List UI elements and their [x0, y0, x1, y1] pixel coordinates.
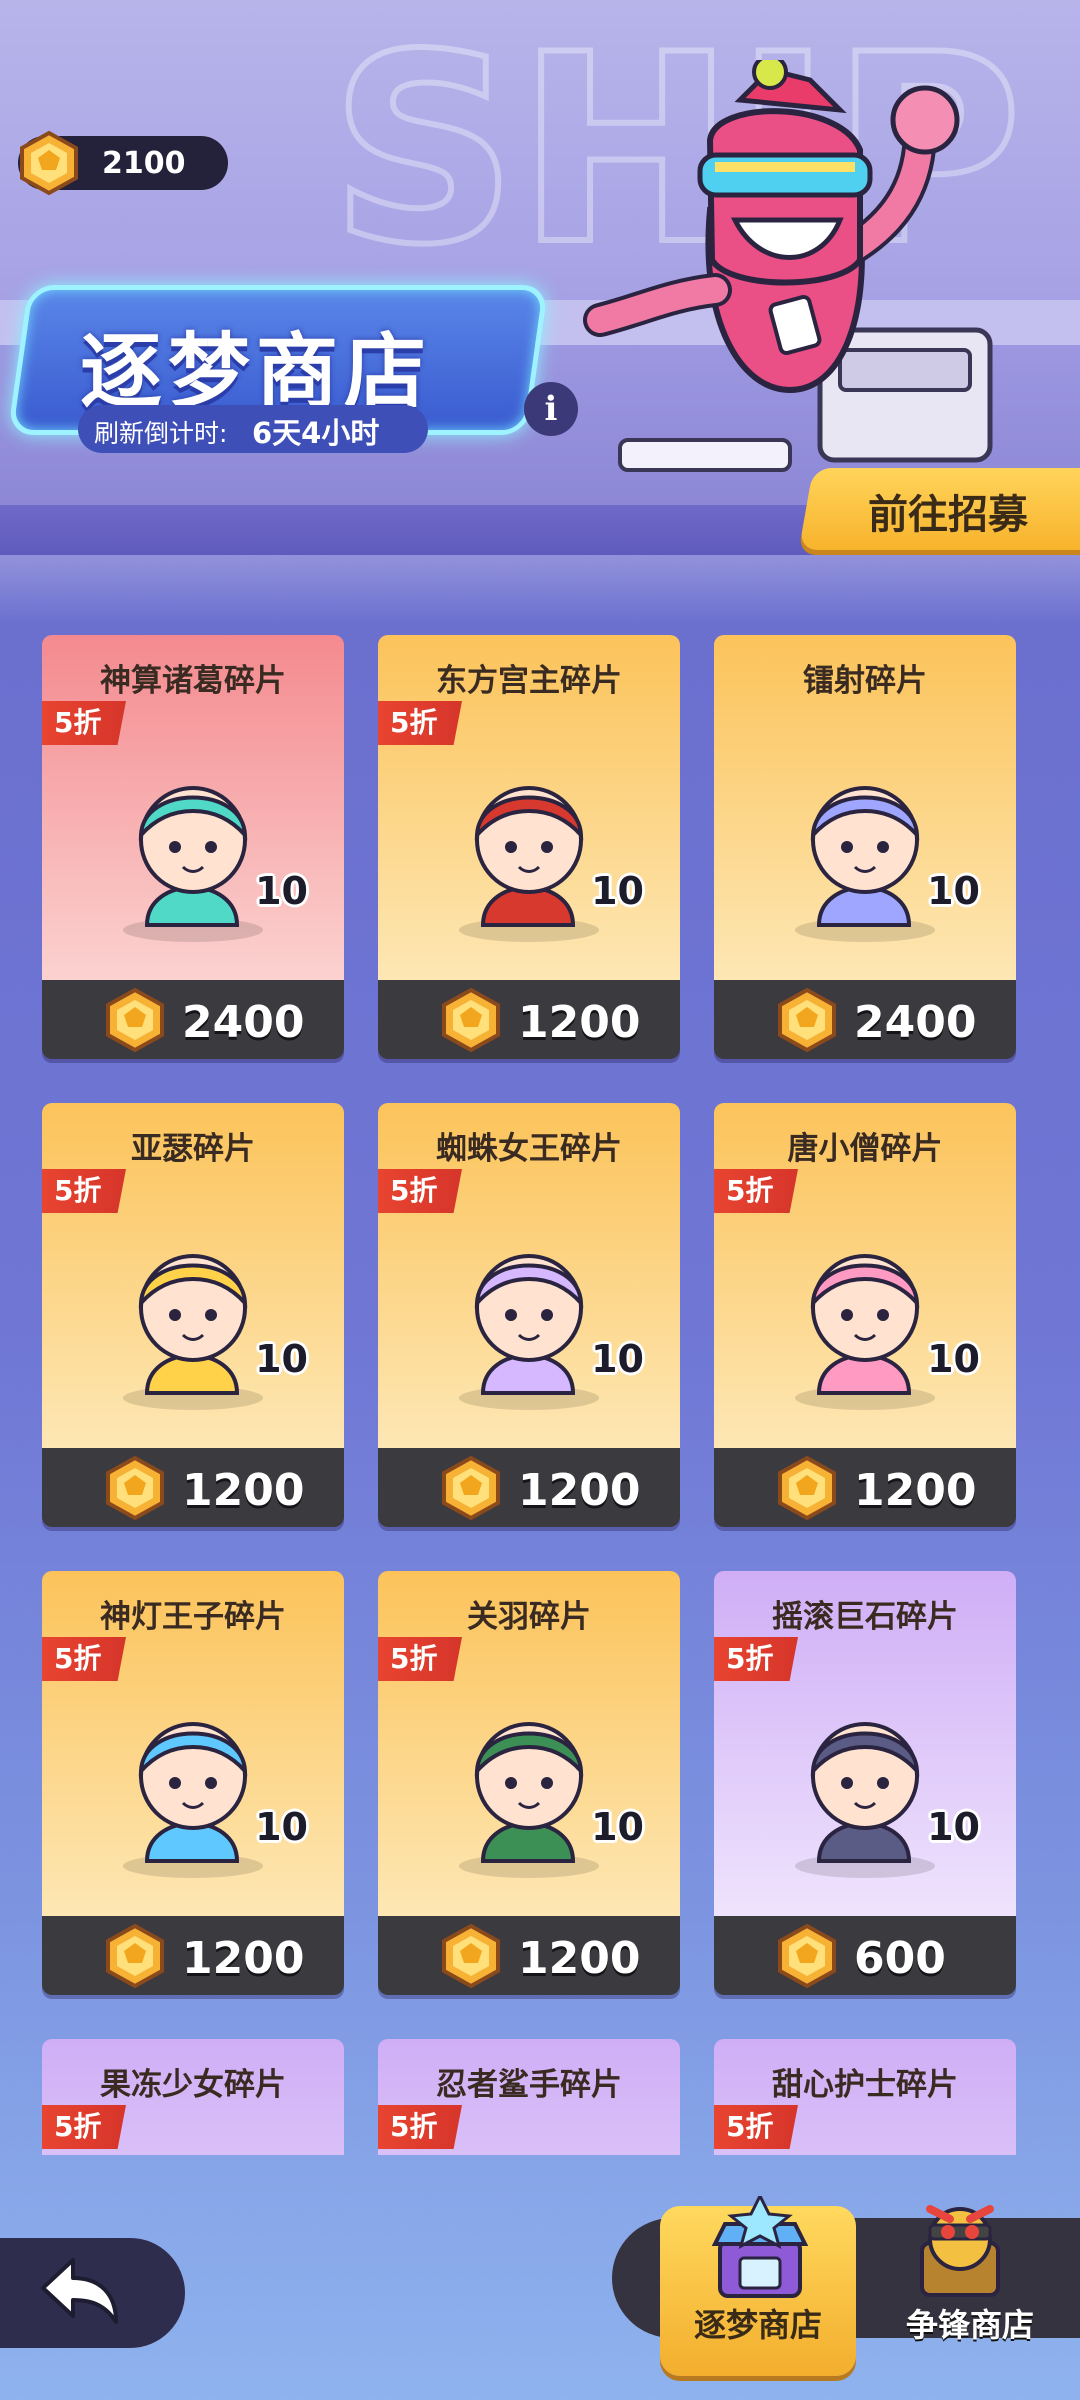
refresh-label: 刷新倒计时:	[94, 419, 228, 448]
coin-icon	[106, 1923, 164, 1989]
coin-icon	[778, 987, 836, 1053]
item-name: 神算诸葛碎片	[100, 663, 286, 699]
coin-icon	[442, 1923, 500, 1989]
hero-portrait-icon	[87, 2149, 299, 2155]
item-price: 2400	[854, 997, 977, 1048]
item-quantity: 10	[255, 1805, 308, 1849]
item-price: 2400	[182, 997, 305, 1048]
item-quantity: 10	[255, 869, 308, 913]
discount-badge: 5折	[378, 1637, 462, 1681]
coin-icon	[442, 1455, 500, 1521]
hero-portrait-icon	[459, 786, 599, 942]
hero-portrait-icon	[123, 1254, 263, 1410]
coin-icon	[442, 987, 500, 1053]
coin-icon	[20, 130, 78, 196]
contest-shop-icon[interactable]	[900, 2195, 1020, 2305]
hero-portrait-icon	[123, 786, 263, 942]
shop-item-card[interactable]: 神算诸葛碎片 5折 10 2400	[42, 635, 344, 1059]
discount-badge: 5折	[714, 1169, 798, 1213]
shop-item-card[interactable]: 蜘蛛女王碎片 5折 10 1200	[378, 1103, 680, 1527]
discount-badge: 5折	[42, 701, 126, 745]
item-name: 亚瑟碎片	[131, 1131, 255, 1167]
item-quantity: 10	[591, 869, 644, 913]
item-name: 忍者鲨手碎片	[436, 2067, 622, 2103]
discount-badge: 5折	[378, 1169, 462, 1213]
item-name: 果冻少女碎片	[100, 2067, 286, 2103]
shop-item-card[interactable]: 东方宫主碎片 5折 10 1200	[378, 635, 680, 1059]
coin-icon	[106, 1455, 164, 1521]
coin-icon	[778, 1455, 836, 1521]
item-price: 1200	[854, 1465, 977, 1516]
shop-item-card[interactable]: 亚瑟碎片 5折 10 1200	[42, 1103, 344, 1527]
discount-badge: 5折	[378, 701, 462, 745]
currency-value: 2100	[102, 146, 186, 181]
hero-portrait-icon	[795, 1722, 935, 1878]
shop-item-card[interactable]: 忍者鲨手碎片 5折	[378, 2039, 680, 2155]
shop-item-card[interactable]: 果冻少女碎片 5折	[42, 2039, 344, 2155]
item-name: 唐小僧碎片	[787, 1131, 943, 1167]
item-price: 1200	[518, 1933, 641, 1984]
item-quantity: 10	[927, 1805, 980, 1849]
discount-badge: 5折	[714, 1637, 798, 1681]
hero-portrait-icon	[459, 1722, 599, 1878]
item-price: 1200	[518, 997, 641, 1048]
item-quantity: 10	[255, 1337, 308, 1381]
refresh-countdown: 6天4小时	[252, 416, 380, 450]
discount-badge: 5折	[42, 2105, 126, 2149]
hero-portrait-icon	[795, 786, 935, 942]
dream-shop-icon	[711, 2196, 809, 2298]
item-quantity: 10	[927, 1337, 980, 1381]
item-name: 摇滚巨石碎片	[772, 1599, 958, 1635]
item-price: 600	[854, 1933, 946, 1984]
item-price: 1200	[182, 1465, 305, 1516]
discount-badge: 5折	[42, 1169, 126, 1213]
item-quantity: 10	[591, 1337, 644, 1381]
item-name: 神灯王子碎片	[100, 1599, 286, 1635]
discount-badge: 5折	[42, 1637, 126, 1681]
hero-portrait-icon	[459, 1254, 599, 1410]
shopkeeper-mascot	[583, 60, 993, 472]
coin-icon	[778, 1923, 836, 1989]
shop-item-card[interactable]: 甜心护士碎片 5折	[714, 2039, 1016, 2155]
item-name: 蜘蛛女王碎片	[436, 1131, 622, 1167]
hero-portrait-icon	[423, 2149, 635, 2155]
recruit-button[interactable]: 前往招募	[868, 482, 1028, 540]
item-name: 甜心护士碎片	[772, 2067, 958, 2103]
shop-item-card[interactable]: 关羽碎片 5折 10 1200	[378, 1571, 680, 1995]
item-price: 1200	[518, 1465, 641, 1516]
item-price: 1200	[182, 1933, 305, 1984]
item-name: 关羽碎片	[467, 1599, 591, 1635]
tab-dream-shop-label[interactable]: 逐梦商店	[660, 2300, 856, 2346]
back-arrow-icon[interactable]	[38, 2250, 128, 2330]
item-grid: 神算诸葛碎片 5折 10 2400 东方宫主碎片 5折 10 1200 镭射碎片 10 2400 亚瑟…	[0, 555, 1080, 2155]
hero-portrait-icon	[795, 1254, 935, 1410]
item-quantity: 10	[927, 869, 980, 913]
shop-item-card[interactable]: 镭射碎片 10 2400	[714, 635, 1016, 1059]
item-name: 东方宫主碎片	[436, 663, 622, 699]
currency-display: 2100	[18, 130, 228, 196]
discount-badge: 5折	[378, 2105, 462, 2149]
shop-item-card[interactable]: 神灯王子碎片 5折 10 1200	[42, 1571, 344, 1995]
coin-icon	[106, 987, 164, 1053]
hero-portrait-icon	[759, 2149, 971, 2155]
shop-item-card[interactable]: 唐小僧碎片 5折 10 1200	[714, 1103, 1016, 1527]
hero-portrait-icon	[123, 1722, 263, 1878]
discount-badge: 5折	[714, 2105, 798, 2149]
item-quantity: 10	[591, 1805, 644, 1849]
shop-item-card[interactable]: 摇滚巨石碎片 5折 10 600	[714, 1571, 1016, 1995]
item-name: 镭射碎片	[803, 663, 927, 699]
tab-contest-shop-label[interactable]: 争锋商店	[880, 2300, 1060, 2346]
